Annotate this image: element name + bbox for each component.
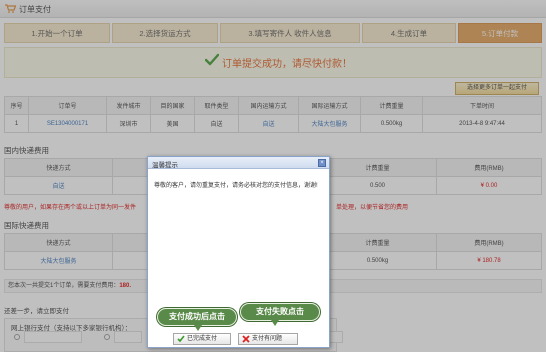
payment-problem-button[interactable]: 支付有问题 [238, 333, 298, 345]
close-icon[interactable]: × [318, 159, 326, 167]
dialog-header: 温馨提示 × [148, 157, 329, 169]
check-icon [177, 335, 185, 343]
payment-done-button[interactable]: 已完成支付 [173, 333, 231, 345]
dialog-message: 尊敬的客户，请勿重复支付，请务必核对您的支付信息，谢谢! [154, 183, 318, 189]
payment-problem-label: 支付有问题 [252, 336, 283, 342]
bubble-tail [194, 325, 202, 331]
annotation-fail-text: 支付失败点击 [256, 307, 304, 316]
bubble-tail [271, 320, 279, 326]
close-icon [242, 335, 250, 343]
annotation-success-text: 支付成功后点击 [169, 312, 225, 321]
annotation-success: 支付成功后点击 [157, 308, 237, 331]
annotation-fail: 支付失败点击 [240, 303, 320, 326]
payment-done-label: 已完成支付 [187, 336, 218, 342]
dialog-title: 温馨提示 [152, 162, 178, 169]
